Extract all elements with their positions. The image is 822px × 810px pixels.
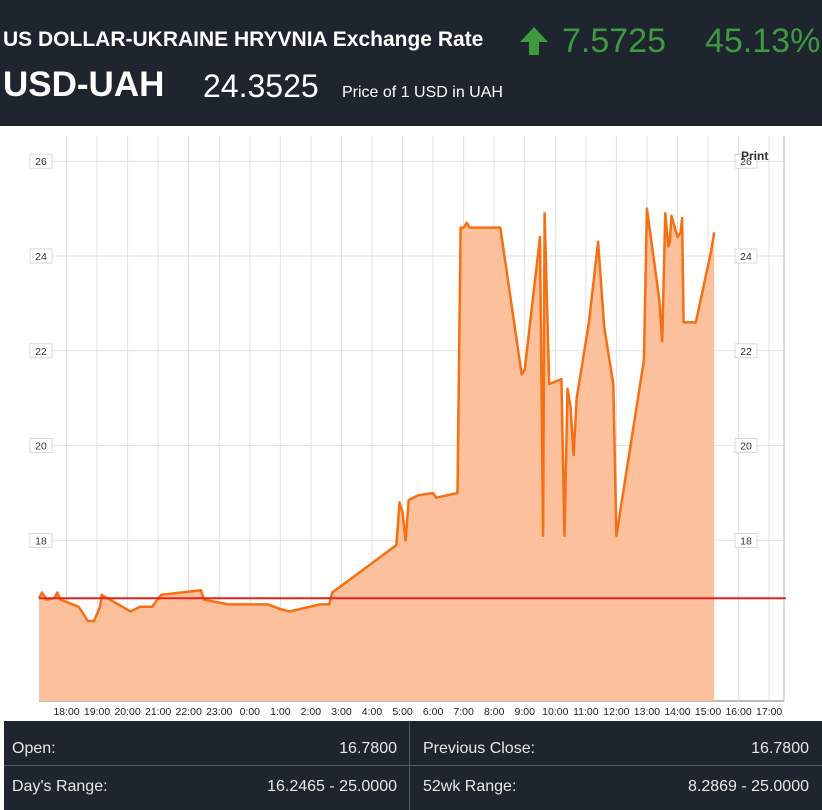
x-tick-label: 11:00 bbox=[573, 706, 599, 718]
y-tick-label-left: 20 bbox=[35, 441, 47, 453]
current-price: 24.3525 bbox=[203, 68, 319, 104]
previous-close-value: 16.7800 bbox=[751, 740, 809, 757]
x-tick-label: 9:00 bbox=[515, 706, 536, 718]
print-link[interactable]: Print bbox=[741, 149, 768, 163]
page-title: US DOLLAR-UKRAINE HRYVNIA Exchange Rate bbox=[3, 28, 484, 51]
stats-divider-vertical bbox=[409, 721, 410, 810]
x-tick-label: 16:00 bbox=[725, 706, 751, 718]
currency-pair-symbol: USD-UAH bbox=[3, 65, 165, 104]
y-tick-label-left: 24 bbox=[35, 251, 47, 263]
x-tick-label: 2:00 bbox=[301, 706, 322, 718]
x-tick-label: 1:00 bbox=[270, 706, 291, 718]
x-tick-label: 8:00 bbox=[484, 706, 505, 718]
previous-close-label: Previous Close: bbox=[423, 740, 536, 757]
x-tick-label: 17:00 bbox=[756, 706, 782, 718]
x-tick-label: 10:00 bbox=[542, 706, 568, 718]
x-tick-label: 5:00 bbox=[392, 706, 413, 718]
y-tick-label-right: 22 bbox=[740, 346, 752, 358]
x-tick-label: 7:00 bbox=[453, 706, 474, 718]
y-tick-label-right: 20 bbox=[740, 441, 752, 453]
52wk-range-value: 8.2869 - 25.0000 bbox=[688, 778, 809, 795]
y-tick-label-left: 18 bbox=[35, 535, 47, 547]
x-tick-label: 20:00 bbox=[114, 706, 140, 718]
up-arrow-icon bbox=[520, 27, 548, 55]
stats-divider-horizontal bbox=[4, 765, 822, 766]
x-tick-label: 23:00 bbox=[206, 706, 232, 718]
y-tick-label-left: 22 bbox=[35, 346, 47, 358]
y-tick-label-right: 18 bbox=[740, 535, 752, 547]
open-value: 16.7800 bbox=[339, 740, 397, 757]
x-tick-label: 18:00 bbox=[53, 706, 79, 718]
x-tick-label: 13:00 bbox=[634, 706, 660, 718]
price-change: 7.5725 bbox=[562, 22, 666, 60]
x-tick-label: 15:00 bbox=[695, 706, 721, 718]
x-tick-label: 14:00 bbox=[664, 706, 690, 718]
x-tick-label: 3:00 bbox=[331, 706, 352, 718]
price-change-percent: 45.13% bbox=[705, 22, 821, 60]
y-tick-label-right: 24 bbox=[740, 251, 752, 263]
days-range-value: 16.2465 - 25.0000 bbox=[267, 778, 397, 795]
open-label: Open: bbox=[12, 740, 56, 757]
x-tick-label: 6:00 bbox=[423, 706, 444, 718]
exchange-rate-chart: 18:00 19:00 20:00 21:00 22:00 23:00 0:00 1:00 2:… bbox=[0, 126, 822, 720]
price-description: Price of 1 USD in UAH bbox=[342, 84, 503, 101]
quote-header: US DOLLAR-UKRAINE HRYVNIA Exchange Rate … bbox=[0, 0, 822, 126]
days-range-label: Day's Range: bbox=[12, 778, 108, 795]
52wk-range-label: 52wk Range: bbox=[423, 778, 517, 795]
x-tick-label: 19:00 bbox=[84, 706, 110, 718]
x-tick-label: 21:00 bbox=[145, 706, 171, 718]
x-tick-label: 0:00 bbox=[240, 706, 261, 718]
stats-panel: Open: 16.7800 Previous Close: 16.7800 Da… bbox=[4, 721, 822, 810]
x-tick-label: 22:00 bbox=[176, 706, 202, 718]
y-tick-label-left: 26 bbox=[35, 156, 47, 168]
x-tick-label: 4:00 bbox=[362, 706, 383, 718]
x-tick-label: 12:00 bbox=[603, 706, 629, 718]
